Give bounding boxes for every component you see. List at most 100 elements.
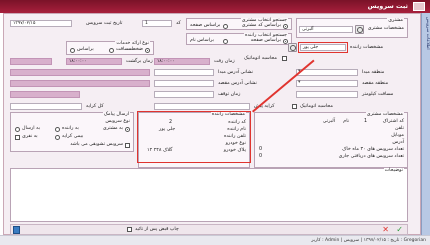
origin-zone-select[interactable] <box>296 69 358 76</box>
service-type-panel: نوع ارائه خدمات ضخطت مسافت براساس <box>66 41 154 55</box>
window-app-icon <box>413 2 425 11</box>
sms-all-radio[interactable] <box>15 127 20 132</box>
cust-code-value: 1 <box>363 119 367 124</box>
customer-by-code-radio[interactable] <box>283 24 288 29</box>
cust-services-total-value: 0 <box>259 154 263 159</box>
customer-search-icon[interactable] <box>355 25 364 34</box>
service-type-timed-radio[interactable] <box>145 48 150 53</box>
return-time-field[interactable]: ۱۸:۰۰:۰۰ <box>66 58 122 65</box>
service-date-field[interactable]: ۱۳۹۷/۰۲/۱۵ <box>10 20 72 27</box>
window-titlebar: ثبت سرویس <box>0 0 430 13</box>
origin-zone-label: منطقه مبدا <box>362 70 385 75</box>
sms-driver-label: به راننده <box>62 126 79 131</box>
dest-zone-select[interactable] <box>296 80 358 87</box>
route-auto-calc-checkbox[interactable] <box>292 104 297 109</box>
dest-address-field[interactable] <box>154 80 214 87</box>
cust-address-label: آدرس <box>392 140 404 145</box>
print-invoice-label: چاپ قبض پس از تائید <box>135 227 179 232</box>
origin-address-field[interactable] <box>154 69 214 76</box>
customer-panel-title: مشتری <box>387 18 404 23</box>
customer-details-title: مشخصات مشتری <box>365 112 404 117</box>
left-field-4[interactable] <box>10 91 80 98</box>
distance-label: مسافت کیلومتر <box>362 92 394 97</box>
notes-title: توضیحات <box>383 168 404 173</box>
driver-search-panel: جستجو انتخاب راننده براساس صفحه براساس ن… <box>186 33 292 45</box>
sms-title: ارسال پیامک <box>102 112 130 117</box>
sms-customer-label: به مشتری <box>102 126 123 131</box>
sms-panel: ارسال پیامک نوع سرویس به مشتری به راننده… <box>10 112 134 152</box>
customer-panel: مشتری مشخصات مشتری آلبرتی <box>296 18 408 38</box>
wait-time-field[interactable] <box>154 91 214 98</box>
dest-address-label: نشانی آدرس مقصد <box>218 81 257 86</box>
confirm-icon[interactable]: ✓ <box>396 226 403 234</box>
print-check[interactable] <box>15 135 20 140</box>
go-time-label: زمان رفت <box>214 59 235 64</box>
fare-field[interactable] <box>154 103 250 110</box>
driver-by-name-radio[interactable] <box>223 39 228 44</box>
driver-specs-label: مشخصات راننده <box>350 45 384 50</box>
cust-services-total-label: تعداد سرویس های دریافتی جاری <box>338 154 404 159</box>
service-type-round-label: براساس <box>77 47 94 52</box>
print-invoice-checkbox[interactable] <box>127 227 132 232</box>
cust-phone-label: تلفن <box>394 126 404 131</box>
free-driver-radio[interactable] <box>55 135 60 140</box>
left-field-1[interactable] <box>10 58 52 65</box>
origin-address-label: نشانی آدرس مبدا <box>218 70 253 75</box>
customer-name-field[interactable]: آلبرتی <box>299 26 353 33</box>
book-icon[interactable] <box>13 226 20 234</box>
cust-name-label: نام <box>343 119 349 124</box>
customer-details-panel: مشخصات مشتری کد اشتراک 1 نام آلبرتی تلفن… <box>254 112 408 168</box>
cust-services-count-label: تعداد سرویس های ۳۰ ماه خاک <box>342 147 404 152</box>
driver-by-page-label: براساس صفحه <box>250 38 281 43</box>
status-bar: کاربر : Admin | تاریخ : ۱۳۹۷/۰۲/۱۵ | سرو… <box>0 235 430 245</box>
route-auto-calc-label: محاسبه اتوماتیک <box>300 104 333 109</box>
incentive-checkbox[interactable] <box>125 143 130 148</box>
cust-mobile-label: موبایل <box>391 133 404 138</box>
total-fare-field[interactable] <box>10 103 82 110</box>
go-time-field[interactable]: ۱۸:۰۰:۰۰ <box>154 58 210 65</box>
service-form: مشتری مشخصات مشتری آلبرتی جستجو انتخاب م… <box>3 13 421 235</box>
wait-time-label: زمان توقف <box>218 92 241 97</box>
customer-specs-label: مشخصات مشتری <box>367 26 404 31</box>
customer-by-page-label: براساس صفحه <box>190 23 221 28</box>
sms-driver-radio[interactable] <box>55 127 60 132</box>
service-type-oneway-label: مسافت <box>116 47 132 52</box>
auto-calc-checkbox[interactable] <box>282 56 287 61</box>
service-type-option-label: نوع سرویس <box>105 119 130 124</box>
customer-by-code-label: براساس کد مشتری <box>241 23 281 28</box>
sms-customer-radio[interactable] <box>125 127 130 132</box>
code-label: کد <box>176 21 181 26</box>
bottom-toolbar: چاپ قبض پس از تائید ✕ ✓ <box>10 224 408 235</box>
cust-code-label: کد اشتراک <box>382 119 404 124</box>
free-driver-label: بیمی کرایه <box>62 134 84 139</box>
side-tab-label: اطلاعات سرویس <box>425 17 430 50</box>
cust-services-count-value: 0 <box>259 147 263 152</box>
auto-calc-label: محاسبه اتوماتیک <box>244 56 277 61</box>
customer-by-page-radio[interactable] <box>223 24 228 29</box>
dest-zone-label: منطقه مقصد <box>362 81 389 86</box>
service-type-round-radio[interactable] <box>70 48 75 53</box>
left-field-2[interactable] <box>10 69 150 76</box>
window-title: ثبت سرویس <box>367 2 408 10</box>
service-type-oneway-radio[interactable] <box>109 48 114 53</box>
incentive-label: سرویس تشویقی می باشد <box>70 142 123 147</box>
print-check-label: به نفری <box>22 134 38 139</box>
driver-by-name-label: براساس نام <box>190 38 214 43</box>
delete-icon[interactable]: ✕ <box>382 226 389 234</box>
cust-name-value: آلبرتی <box>322 119 335 124</box>
service-type-title: نوع ارائه خدمات <box>115 41 150 46</box>
total-fare-label: کل کرایه <box>86 104 104 109</box>
left-field-3[interactable] <box>10 80 150 87</box>
driver-details-highlight <box>137 111 251 163</box>
service-date-label: تاریخ ثبت سرویس <box>86 21 123 26</box>
driver-specs-highlight <box>298 42 348 53</box>
notes-panel: توضیحات <box>10 168 408 222</box>
driver-search-icon[interactable] <box>288 43 297 52</box>
sms-all-label: به ارسال <box>22 126 41 131</box>
return-time-label: زمان برگشت <box>126 59 153 64</box>
code-field[interactable]: 1 <box>142 20 172 27</box>
distance-field[interactable] <box>296 91 358 98</box>
status-text: کاربر : Admin | تاریخ : ۱۳۹۷/۰۲/۱۵ | سرو… <box>311 238 426 243</box>
side-tab[interactable]: اطلاعات سرویس <box>421 13 430 235</box>
customer-search-panel: جستجو انتخاب مشتری براساس کد مشتری براسا… <box>186 18 292 30</box>
